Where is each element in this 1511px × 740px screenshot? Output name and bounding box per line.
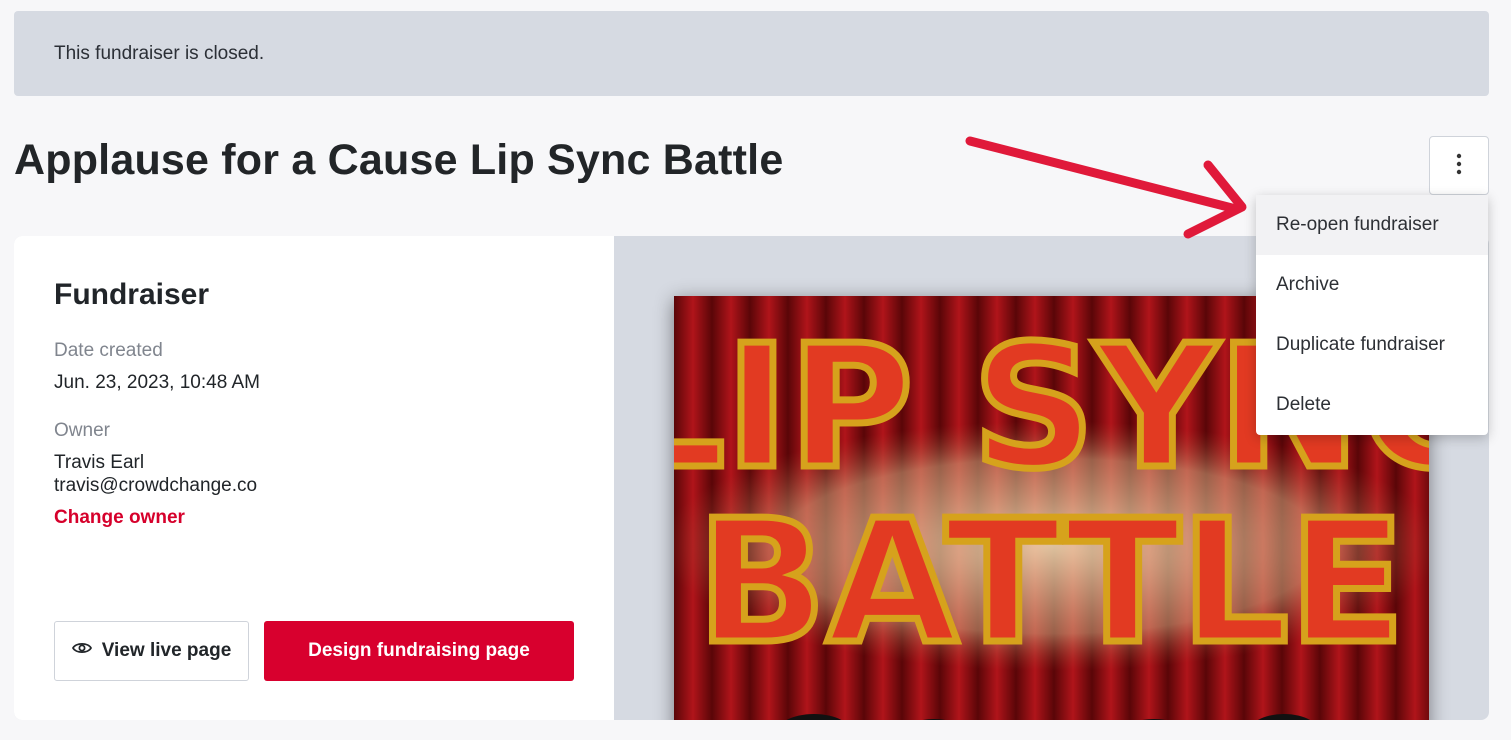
more-actions-menu: Re-open fundraiser Archive Duplicate fun… <box>1256 195 1488 435</box>
change-owner-link[interactable]: Change owner <box>54 507 185 529</box>
page-title: Applause for a Cause Lip Sync Battle <box>14 136 784 184</box>
date-created-value: Jun. 23, 2023, 10:48 AM <box>54 372 260 393</box>
fundraiser-info-panel: Fundraiser Date created Jun. 23, 2023, 1… <box>14 236 614 720</box>
date-created-label: Date created <box>54 340 163 361</box>
owner-label: Owner <box>54 420 110 441</box>
more-actions-button[interactable] <box>1429 136 1489 195</box>
poster-title-line2: BATTLE <box>697 484 1405 682</box>
kebab-vertical-icon <box>1456 153 1462 179</box>
section-title: Fundraiser <box>54 278 210 311</box>
design-fundraising-page-label: Design fundraising page <box>308 640 530 661</box>
menu-item-reopen-fundraiser[interactable]: Re-open fundraiser <box>1256 195 1488 255</box>
view-live-page-label: View live page <box>101 640 232 661</box>
menu-item-delete[interactable]: Delete <box>1256 375 1488 435</box>
view-live-page-button[interactable]: View live page <box>54 621 249 681</box>
owner-email: travis@crowdchange.co <box>54 475 258 496</box>
menu-item-duplicate-fundraiser[interactable]: Duplicate fundraiser <box>1256 315 1488 375</box>
design-fundraising-page-button[interactable]: Design fundraising page <box>264 621 574 681</box>
closed-notice-text: This fundraiser is closed. <box>54 42 265 64</box>
owner-name: Travis Earl <box>54 452 145 473</box>
menu-item-archive[interactable]: Archive <box>1256 255 1488 315</box>
closed-notice-banner: This fundraiser is closed. <box>14 11 1489 96</box>
eye-icon <box>71 640 92 662</box>
